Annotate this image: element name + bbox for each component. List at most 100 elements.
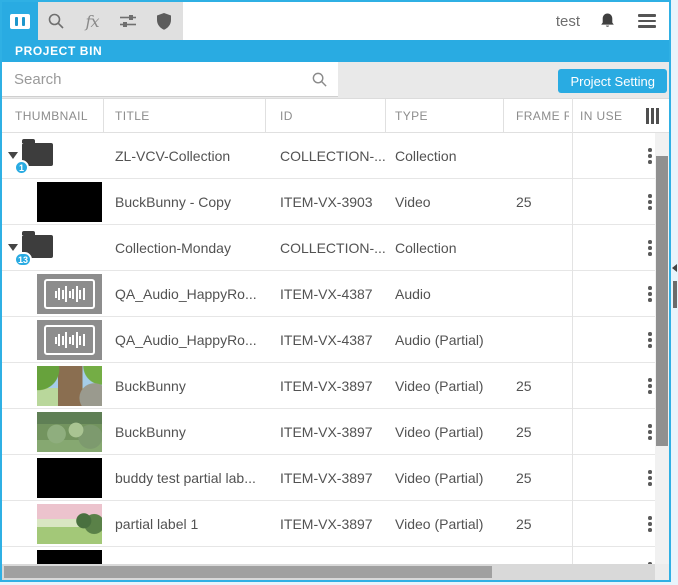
project-bin-tab[interactable] <box>2 2 38 40</box>
id-cell: COLLECTION-... <box>280 133 392 178</box>
header-divider <box>385 99 386 134</box>
search-box <box>2 62 338 97</box>
vertical-scrollbar[interactable] <box>655 133 669 564</box>
header-type: TYPE <box>395 99 500 132</box>
title-cell: buddy test partial lab... <box>115 455 275 500</box>
id-cell: ITEM-VX-4387 <box>280 271 392 316</box>
table-row[interactable]: QA_Audio_HappyRo... ITEM-VX-4387 Audio <box>2 271 655 317</box>
frame-rate-cell <box>516 225 568 270</box>
type-cell: Video (S... <box>395 547 513 564</box>
right-gutter <box>671 0 678 585</box>
type-cell: Video <box>395 179 513 224</box>
frame-rate-cell: 25 <box>516 501 568 546</box>
app-topbar: fx test <box>2 2 669 40</box>
row-menu-icon[interactable] <box>645 329 655 351</box>
row-menu-icon[interactable] <box>645 513 655 535</box>
frame-rate-cell <box>516 317 568 362</box>
header-divider <box>503 99 504 134</box>
thumbnail <box>37 366 102 406</box>
title-cell: BuckBunny - Copy <box>115 179 275 224</box>
header-thumbnail: THUMBNAIL <box>15 99 100 132</box>
search-input[interactable] <box>2 62 338 96</box>
thumbnail <box>37 550 102 564</box>
search-input-icon[interactable] <box>311 71 328 88</box>
horizontal-scrollbar-thumb[interactable] <box>4 566 492 578</box>
table-row[interactable]: BuckBunny - Copy ITEM-VX-3903 Video 25 <box>2 179 655 225</box>
table-row[interactable]: 1 ZL-VCV-Collection COLLECTION-... Colle… <box>2 133 655 179</box>
table-row[interactable]: BuckBunny ITEM-VX-3897 Video (Partial) 2… <box>2 363 655 409</box>
frame-rate-cell: 25 <box>516 409 568 454</box>
table-row[interactable]: QA_Syn_SynkBunny... ITEM-VX-3906 Video (… <box>2 547 655 564</box>
settings-tool-button[interactable] <box>110 2 146 40</box>
column-settings-icon[interactable] <box>646 108 659 124</box>
header-divider <box>265 99 266 134</box>
row-menu-icon[interactable] <box>645 375 655 397</box>
column-divider <box>572 98 573 564</box>
left-tool-group: fx <box>2 2 183 40</box>
thumbnail <box>37 504 102 544</box>
collapse-arrow-icon[interactable] <box>672 264 677 272</box>
search-tool-button[interactable] <box>38 2 74 40</box>
project-bin-icon <box>10 14 30 29</box>
frame-rate-cell <box>516 133 568 178</box>
title-cell: BuckBunny <box>115 409 275 454</box>
panel-header: PROJECT BIN <box>2 40 669 62</box>
row-menu-icon[interactable] <box>645 283 655 305</box>
type-cell: Video (Partial) <box>395 455 513 500</box>
row-menu-icon[interactable] <box>645 467 655 489</box>
table-row[interactable]: BuckBunny ITEM-VX-3897 Video (Partial) 2… <box>2 409 655 455</box>
table-body: 1 ZL-VCV-Collection COLLECTION-... Colle… <box>2 133 655 564</box>
topbar-right-group: test <box>556 2 659 40</box>
table-row[interactable]: QA_Audio_HappyRo... ITEM-VX-4387 Audio (… <box>2 317 655 363</box>
table-row[interactable]: buddy test partial lab... ITEM-VX-3897 V… <box>2 455 655 501</box>
type-cell: Audio (Partial) <box>395 317 513 362</box>
title-cell: QA_Syn_SynkBunny... <box>115 547 275 564</box>
title-cell: ZL-VCV-Collection <box>115 133 275 178</box>
project-setting-button[interactable]: Project Setting <box>558 69 667 93</box>
chevron-down-icon[interactable] <box>8 152 18 159</box>
thumbnail <box>37 320 102 360</box>
shield-tool-button[interactable] <box>146 2 182 40</box>
id-cell: ITEM-VX-3903 <box>280 179 392 224</box>
thumbnail <box>37 274 102 314</box>
vertical-scrollbar-thumb[interactable] <box>656 156 668 446</box>
collection-count-badge: 13 <box>14 252 32 267</box>
main-menu-icon[interactable] <box>635 11 659 31</box>
frame-rate-cell: 25 <box>516 547 568 564</box>
type-cell: Video (Partial) <box>395 409 513 454</box>
id-cell: ITEM-VX-3897 <box>280 455 392 500</box>
row-menu-icon[interactable] <box>645 421 655 443</box>
header-id: ID <box>280 99 380 132</box>
chevron-down-icon[interactable] <box>8 244 18 251</box>
type-cell: Collection <box>395 225 513 270</box>
header-divider <box>103 99 104 134</box>
table-header: THUMBNAIL TITLE ID TYPE FRAME R IN USE <box>2 98 669 133</box>
id-cell: ITEM-VX-3906 <box>280 547 392 564</box>
type-cell: Collection <box>395 133 513 178</box>
user-menu[interactable]: test <box>556 13 580 30</box>
type-cell: Video (Partial) <box>395 501 513 546</box>
row-menu-icon[interactable] <box>645 145 655 167</box>
effects-icon: fx <box>86 12 99 31</box>
id-cell: ITEM-VX-3897 <box>280 409 392 454</box>
thumbnail <box>37 458 102 498</box>
row-menu-icon[interactable] <box>645 191 655 213</box>
row-menu-icon[interactable] <box>645 237 655 259</box>
title-cell: QA_Audio_HappyRo... <box>115 271 275 316</box>
shield-icon <box>155 12 173 31</box>
title-cell: Collection-Monday <box>115 225 275 270</box>
gutter-scrollbar-thumb[interactable] <box>673 281 677 308</box>
notifications-bell-icon[interactable] <box>598 12 617 30</box>
thumbnail <box>37 412 102 452</box>
scrollbar-corner <box>655 564 669 580</box>
frame-rate-cell: 25 <box>516 455 568 500</box>
frame-rate-cell <box>516 271 568 316</box>
horizontal-scrollbar[interactable] <box>2 564 655 580</box>
header-frame-rate: FRAME R <box>516 99 569 132</box>
project-bin-window: fx test <box>0 0 671 582</box>
table-row[interactable]: partial label 1 ITEM-VX-3897 Video (Part… <box>2 501 655 547</box>
effects-tool-button[interactable]: fx <box>74 2 110 40</box>
table-row[interactable]: 13 Collection-Monday COLLECTION-... Coll… <box>2 225 655 271</box>
title-cell: partial label 1 <box>115 501 275 546</box>
frame-rate-cell: 25 <box>516 363 568 408</box>
